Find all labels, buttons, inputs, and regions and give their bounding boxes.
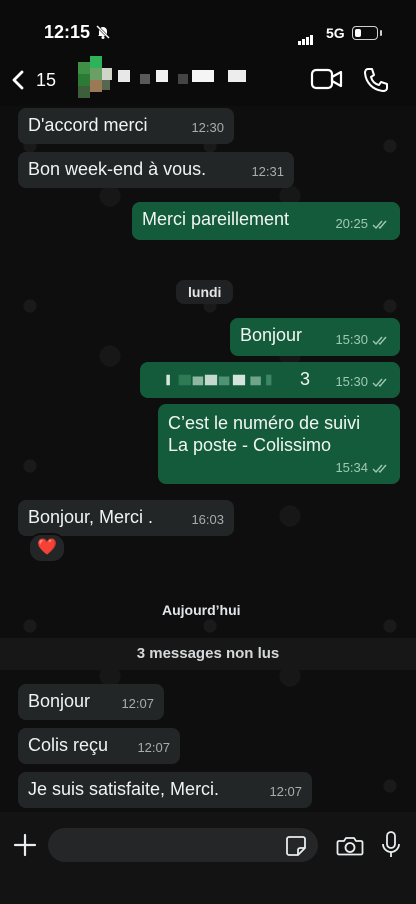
- signal-icon: [298, 27, 314, 45]
- read-receipt-icon: [372, 378, 387, 387]
- redacted-number-mask: [166, 375, 272, 386]
- message-outgoing[interactable]: C’est le numéro de suivi La poste - Coli…: [158, 404, 400, 484]
- chat-area[interactable]: D'accord merci 12:30 Bon week-end à vous…: [0, 106, 416, 812]
- message-time: 12:07: [137, 740, 170, 755]
- message-meta: 15:30: [335, 329, 390, 351]
- contact-avatar[interactable]: [78, 56, 114, 100]
- message-outgoing[interactable]: Merci pareillement 20:25: [132, 202, 400, 240]
- attach-button[interactable]: [12, 832, 38, 866]
- message-time: 16:03: [191, 512, 224, 527]
- plus-icon: [13, 833, 37, 857]
- camera-button[interactable]: [336, 834, 364, 863]
- message-time: 12:07: [269, 784, 302, 799]
- message-time: 15:34: [335, 460, 368, 475]
- sticker-icon: [286, 836, 306, 856]
- message-time: 20:25: [335, 216, 368, 231]
- bell-muted-icon: [95, 24, 111, 43]
- message-meta: 15:34: [335, 457, 390, 479]
- status-bar: 12:15 5G: [0, 0, 416, 62]
- message-text-redacted: 3: [150, 368, 310, 390]
- message-text: Bonjour: [240, 325, 303, 345]
- message-incoming[interactable]: Colis reçu 12:07: [18, 728, 180, 764]
- read-receipt-icon: [372, 464, 387, 473]
- message-text: C’est le numéro de suivi La poste - Coli…: [168, 413, 361, 455]
- network-type: 5G: [326, 25, 345, 41]
- message-outgoing[interactable]: Bonjour 15:30: [230, 318, 400, 356]
- message-time: 15:30: [335, 374, 368, 389]
- message-incoming[interactable]: Bon week-end à vous. 12:31: [18, 152, 294, 188]
- phone-icon: [364, 68, 388, 92]
- message-meta: 15:30: [335, 371, 390, 393]
- status-time: 12:15: [44, 22, 91, 42]
- message-input[interactable]: [48, 828, 318, 862]
- message-incoming[interactable]: Je suis satisfaite, Merci. 12:07: [18, 772, 312, 808]
- message-meta: 20:25: [335, 213, 390, 235]
- message-text: 3: [300, 369, 311, 389]
- chat-header: 15: [0, 56, 416, 106]
- message-outgoing-redacted[interactable]: 3 15:30: [140, 362, 400, 398]
- camera-icon: [336, 837, 364, 856]
- voice-message-button[interactable]: [380, 830, 402, 865]
- message-text: Colis reçu: [28, 735, 109, 755]
- microphone-icon: [382, 831, 400, 857]
- message-text: D'accord merci: [28, 115, 148, 135]
- read-receipt-icon: [372, 336, 387, 345]
- battery-icon: [352, 26, 382, 40]
- voice-call-button[interactable]: [362, 66, 390, 99]
- message-reaction[interactable]: ❤️: [28, 533, 66, 563]
- message-text: Je suis satisfaite, Merci.: [28, 779, 220, 799]
- message-incoming[interactable]: D'accord merci 12:30: [18, 108, 234, 144]
- read-receipt-icon: [372, 220, 387, 229]
- message-time: 12:31: [251, 164, 284, 179]
- message-incoming[interactable]: Bonjour, Merci . 16:03: [18, 500, 234, 536]
- message-time: 12:07: [121, 696, 154, 711]
- day-separator: lundi: [176, 280, 234, 304]
- message-time: 15:30: [335, 332, 368, 347]
- unread-messages-banner: 3 messages non lus: [0, 638, 416, 670]
- unread-chats-count[interactable]: 15: [36, 70, 56, 91]
- message-text: Merci pareillement: [142, 209, 290, 229]
- day-separator: Aujourd’hui: [162, 602, 241, 618]
- message-composer: [0, 812, 416, 904]
- contact-name[interactable]: [118, 68, 268, 84]
- message-time: 12:30: [191, 120, 224, 135]
- video-call-icon: [310, 68, 343, 90]
- message-incoming[interactable]: Bonjour 12:07: [18, 684, 164, 720]
- message-text: Bonjour, Merci .: [28, 507, 154, 527]
- sticker-button[interactable]: [285, 835, 307, 862]
- message-text: Bonjour: [28, 691, 91, 711]
- message-text: Bon week-end à vous.: [28, 159, 207, 179]
- video-call-button[interactable]: [310, 68, 344, 95]
